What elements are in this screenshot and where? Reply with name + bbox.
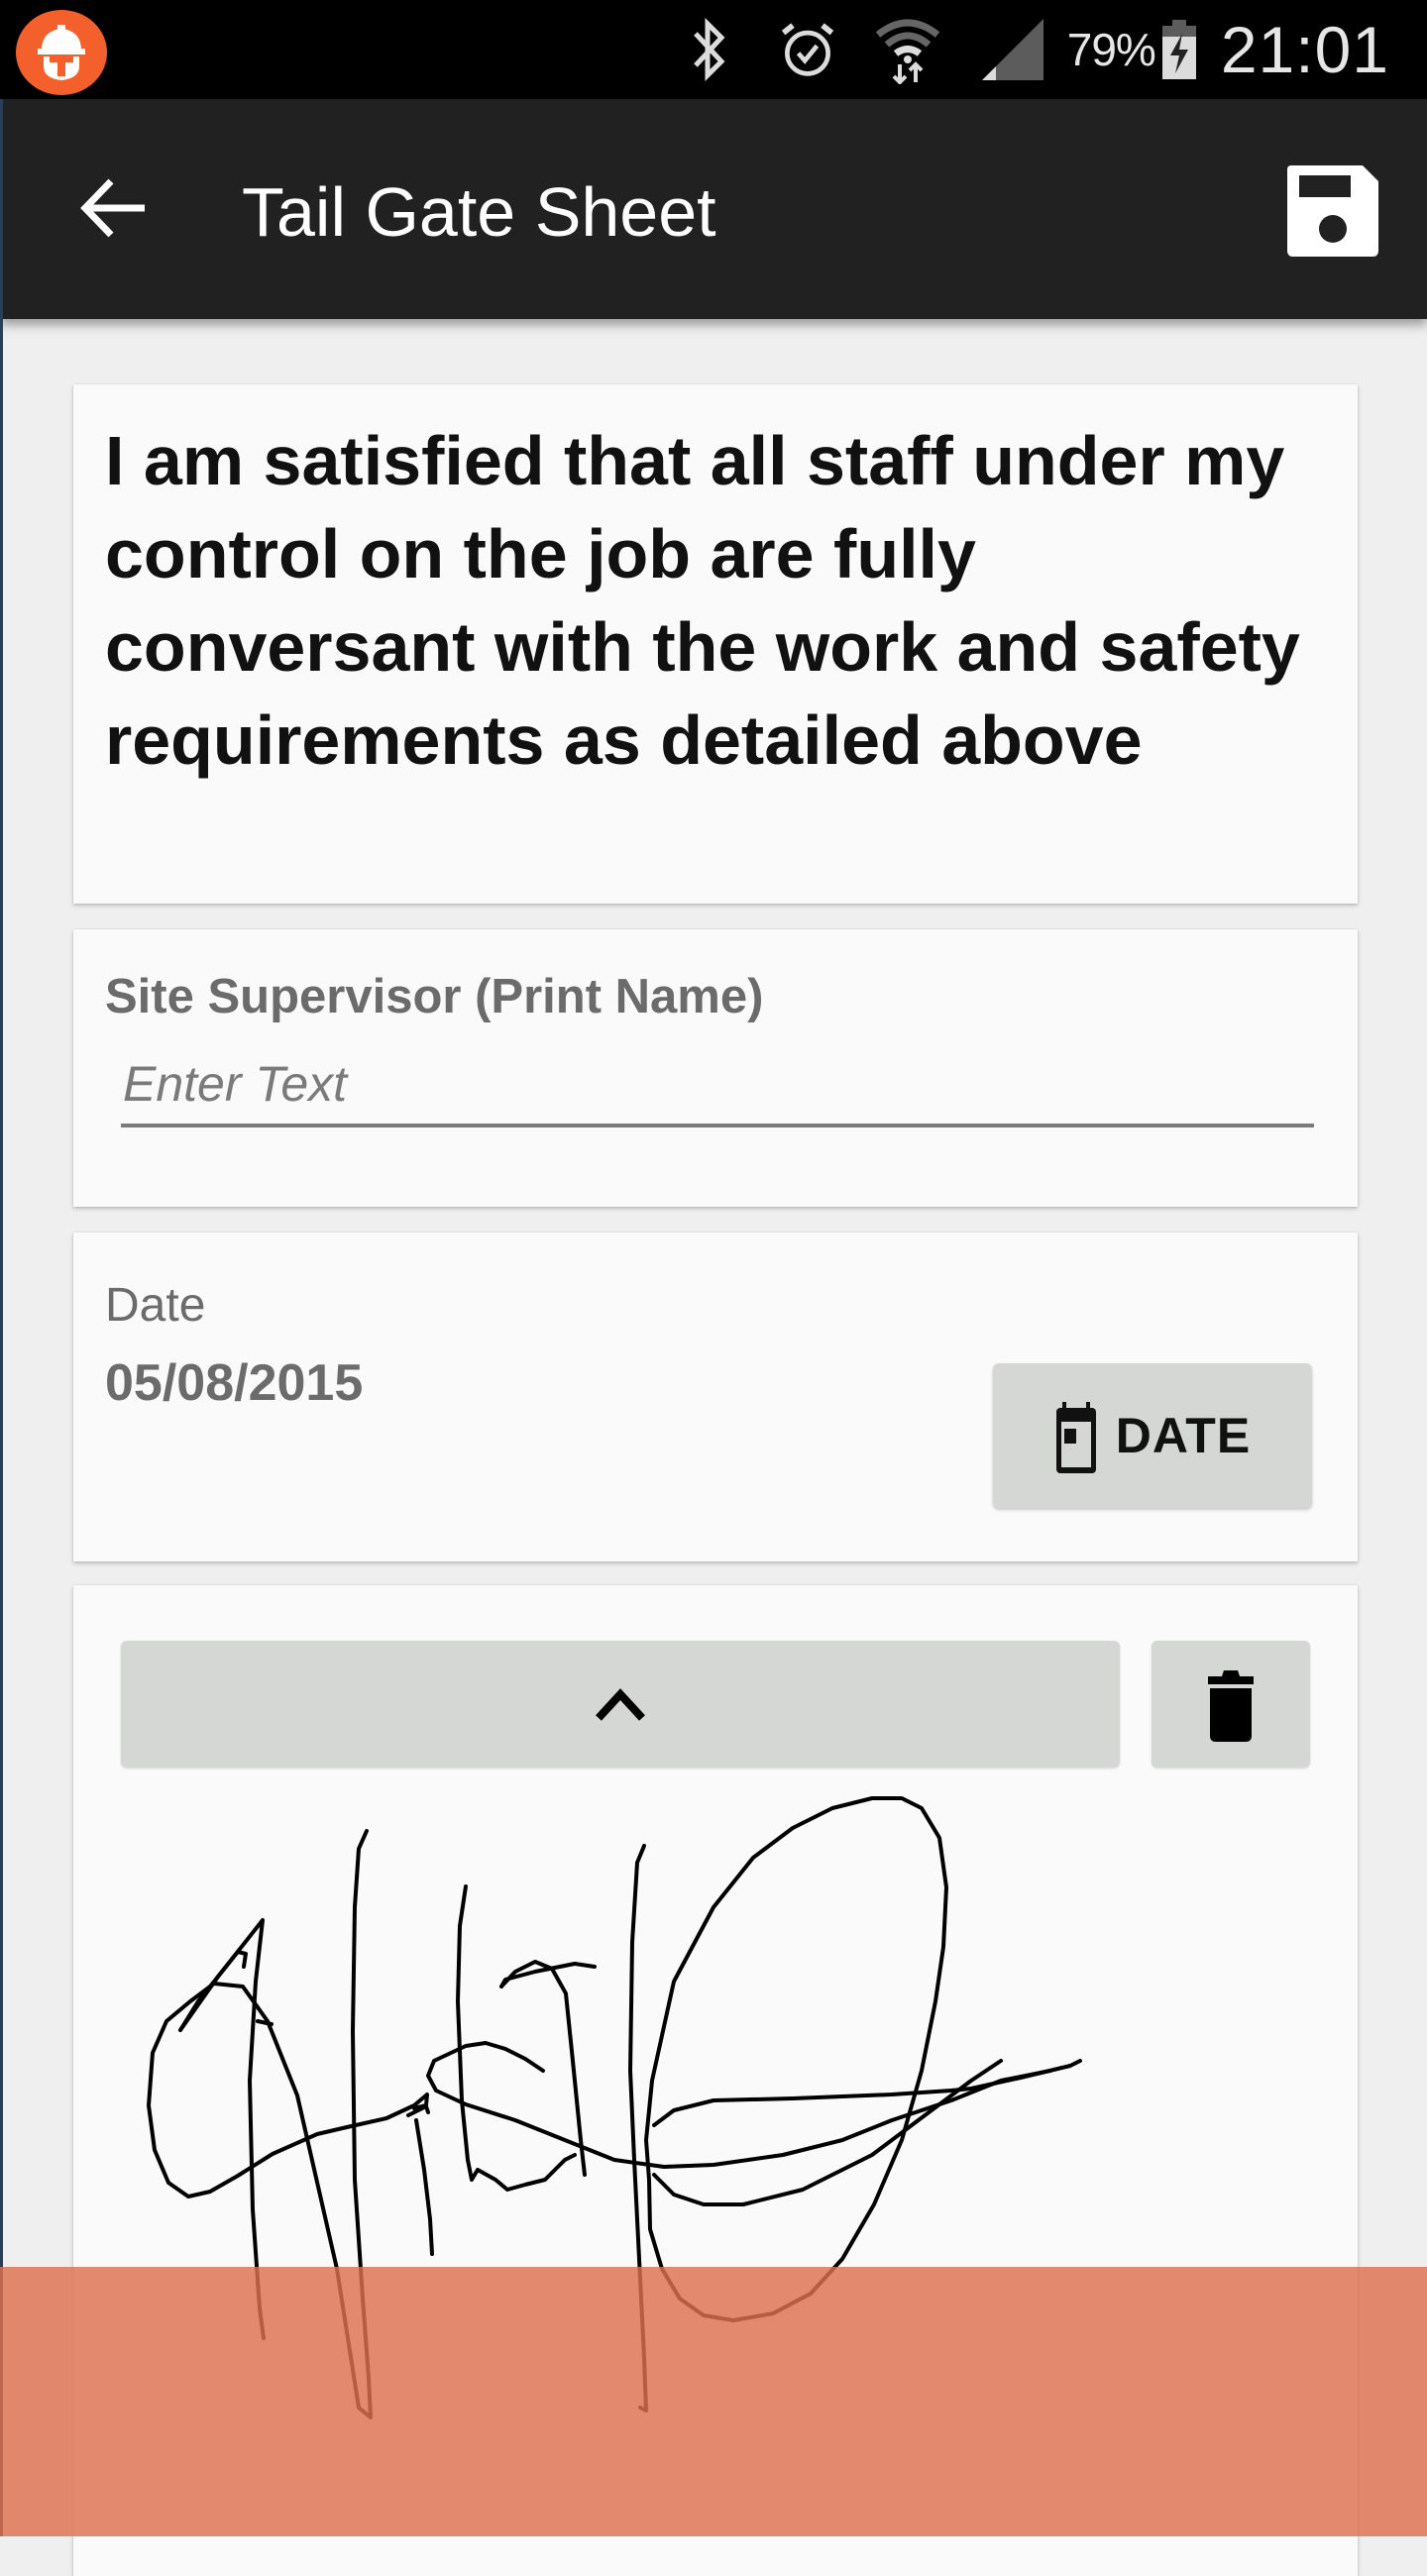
alarm-icon	[778, 0, 837, 99]
calendar-icon	[1055, 1402, 1096, 1473]
collapse-signature-button[interactable]	[121, 1641, 1120, 1768]
highlight-overlay	[0, 2267, 1427, 2536]
arrow-back-icon	[80, 178, 145, 238]
back-button[interactable]	[69, 168, 159, 248]
trash-icon	[1208, 1670, 1254, 1742]
battery-percent: 79%	[1066, 24, 1156, 75]
save-button[interactable]	[1278, 157, 1387, 266]
window-edge	[0, 99, 3, 2536]
statement-card: I am satisfied that all staff under my c…	[73, 384, 1358, 904]
supervisor-name-input[interactable]	[121, 1044, 1314, 1127]
supervisor-name-card: Site Supervisor (Print Name)	[73, 929, 1358, 1207]
clock: 21:01	[1220, 13, 1389, 86]
supervisor-name-label: Site Supervisor (Print Name)	[105, 970, 764, 1023]
date-button-label: DATE	[1115, 1408, 1252, 1463]
statement-text: I am satisfied that all staff under my c…	[105, 422, 1300, 779]
cell-signal-icon	[978, 0, 1047, 99]
chevron-up-icon	[596, 1688, 645, 1721]
date-value: 05/08/2015	[105, 1354, 364, 1412]
hard-hat-app-icon	[16, 10, 107, 95]
page-title: Tail Gate Sheet	[242, 173, 716, 251]
wifi-data-icon	[873, 0, 942, 99]
app-toolbar: Tail Gate Sheet	[0, 99, 1427, 319]
save-icon	[1287, 165, 1378, 257]
date-card: Date 05/08/2015 DATE	[73, 1233, 1358, 1561]
date-label: Date	[105, 1279, 206, 1332]
date-picker-button[interactable]: DATE	[993, 1363, 1312, 1508]
battery-charging-icon	[1159, 0, 1199, 99]
bluetooth-icon	[679, 0, 738, 99]
status-bar: 79% 21:01	[0, 0, 1427, 99]
clear-signature-button[interactable]	[1152, 1641, 1310, 1768]
